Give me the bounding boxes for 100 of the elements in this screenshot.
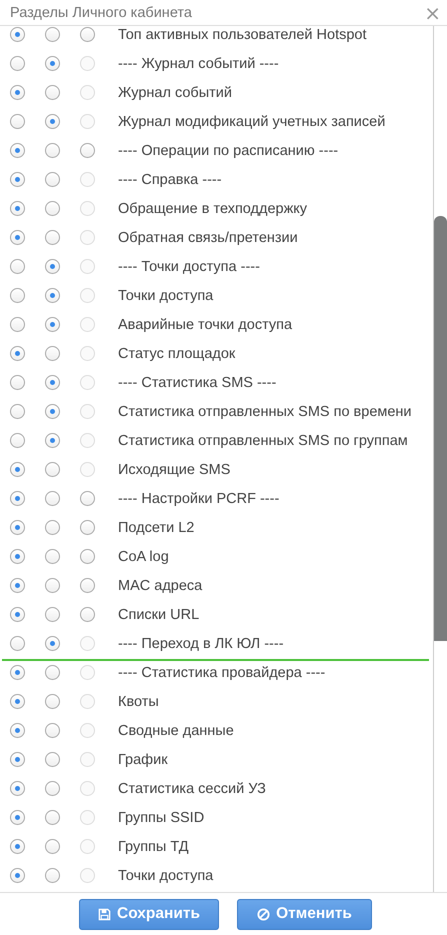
radio-button[interactable]	[45, 375, 60, 390]
radio-button[interactable]	[80, 27, 95, 42]
radio-button[interactable]	[80, 491, 95, 506]
radio-button[interactable]	[45, 520, 60, 535]
section-label: Точки доступа	[118, 288, 214, 304]
radio-button[interactable]	[10, 85, 25, 100]
radio-button[interactable]	[10, 27, 25, 42]
section-label: Статус площадок	[118, 346, 236, 362]
section-label: Подсети L2	[118, 520, 194, 536]
section-label: MAC адреса	[118, 578, 202, 594]
section-label: Топ активных пользователей Hotspot	[118, 26, 367, 42]
radio-button[interactable]	[10, 607, 25, 622]
section-label: ---- Журнал событий ----	[118, 56, 279, 72]
radio-button[interactable]	[10, 433, 25, 448]
radio-button[interactable]	[45, 839, 60, 854]
section-label: Статистика отправленных SMS по группам	[118, 432, 408, 448]
section-label: Квоты	[118, 694, 159, 710]
section-label: Группы SSID	[118, 810, 204, 826]
radio-button[interactable]	[45, 549, 60, 564]
section-label: Исходящие SMS	[118, 462, 230, 478]
radio-button[interactable]	[10, 404, 25, 419]
radio-button[interactable]	[10, 781, 25, 796]
radio-button[interactable]	[45, 723, 60, 738]
radio-button[interactable]	[45, 752, 60, 767]
radio-button[interactable]	[10, 491, 25, 506]
radio-button[interactable]	[45, 607, 60, 622]
section-label: ---- Настройки PCRF ----	[118, 490, 280, 506]
radio-button[interactable]	[10, 549, 25, 564]
section-label: Сводные данные	[118, 722, 234, 738]
radio-button[interactable]	[45, 172, 60, 187]
radio-button[interactable]	[10, 317, 25, 332]
section-label: Обращение в техподдержку	[118, 200, 308, 216]
radio-button[interactable]	[10, 752, 25, 767]
section-label: Журнал событий	[118, 84, 232, 100]
radio-button[interactable]	[45, 433, 60, 448]
section-label: Группы ТД	[118, 838, 189, 854]
dialog-title: Разделы Личного кабинета	[10, 4, 192, 20]
close-button[interactable]: ×	[424, 2, 441, 22]
radio-button[interactable]	[45, 288, 60, 303]
radio-button[interactable]	[10, 723, 25, 738]
radio-button[interactable]	[45, 85, 60, 100]
section-label: Точки доступа	[118, 868, 214, 884]
radio-button[interactable]	[10, 346, 25, 361]
radio-button[interactable]	[80, 607, 95, 622]
radio-button[interactable]	[45, 781, 60, 796]
radio-button[interactable]	[10, 665, 25, 680]
radio-button[interactable]	[80, 520, 95, 535]
radio-button[interactable]	[45, 694, 60, 709]
radio-button[interactable]	[45, 665, 60, 680]
section-label: ---- Операции по расписанию ----	[118, 142, 338, 158]
radio-button[interactable]	[45, 259, 60, 274]
radio-button[interactable]	[10, 201, 25, 216]
radio-button[interactable]	[10, 172, 25, 187]
section-label: CoA log	[118, 548, 169, 564]
radio-button[interactable]	[45, 404, 60, 419]
radio-button[interactable]	[45, 491, 60, 506]
radio-button[interactable]	[80, 143, 95, 158]
radio-button[interactable]	[10, 56, 25, 71]
cancel-button[interactable]: Отменить	[237, 898, 372, 930]
section-label: Списки URL	[118, 606, 200, 622]
radio-button[interactable]	[45, 56, 60, 71]
radio-button[interactable]	[45, 810, 60, 825]
radio-button[interactable]	[10, 578, 25, 593]
radio-button[interactable]	[10, 143, 25, 158]
radio-button[interactable]	[45, 462, 60, 477]
radio-button[interactable]	[10, 288, 25, 303]
save-button[interactable]: Сохранить	[79, 898, 219, 930]
radio-button[interactable]	[45, 578, 60, 593]
section-label: ---- Точки доступа ----	[118, 258, 260, 274]
radio-button[interactable]	[80, 578, 95, 593]
cancel-icon	[257, 908, 270, 920]
radio-button[interactable]	[10, 810, 25, 825]
scrollbar[interactable]	[433, 26, 447, 892]
radio-button[interactable]	[10, 520, 25, 535]
radio-button[interactable]	[45, 346, 60, 361]
radio-button[interactable]	[45, 27, 60, 42]
radio-button[interactable]	[45, 636, 60, 651]
section-label: Статистика отправленных SMS по времени	[118, 404, 412, 420]
radio-button[interactable]	[10, 868, 25, 883]
radio-button[interactable]	[45, 230, 60, 245]
radio-button[interactable]	[10, 114, 25, 129]
radio-button[interactable]	[45, 868, 60, 883]
radio-button[interactable]	[45, 201, 60, 216]
radio-button[interactable]	[10, 636, 25, 651]
radio-button[interactable]	[45, 317, 60, 332]
section-label: ---- Справка ----	[118, 172, 222, 188]
section-label: График	[118, 752, 168, 768]
section-label: ---- Переход в ЛК ЮЛ ----	[118, 636, 284, 652]
section-label: Статистика сессий УЗ	[118, 780, 266, 796]
radio-button[interactable]	[10, 694, 25, 709]
radio-button[interactable]	[10, 259, 25, 274]
radio-button[interactable]	[10, 230, 25, 245]
section-label: Аварийные точки доступа	[118, 316, 292, 332]
radio-button[interactable]	[80, 549, 95, 564]
radio-button[interactable]	[10, 375, 25, 390]
radio-button[interactable]	[10, 462, 25, 477]
radio-button[interactable]	[45, 114, 60, 129]
radio-button[interactable]	[45, 143, 60, 158]
radio-button[interactable]	[10, 839, 25, 854]
section-label: Журнал модификаций учетных записей	[118, 114, 386, 130]
